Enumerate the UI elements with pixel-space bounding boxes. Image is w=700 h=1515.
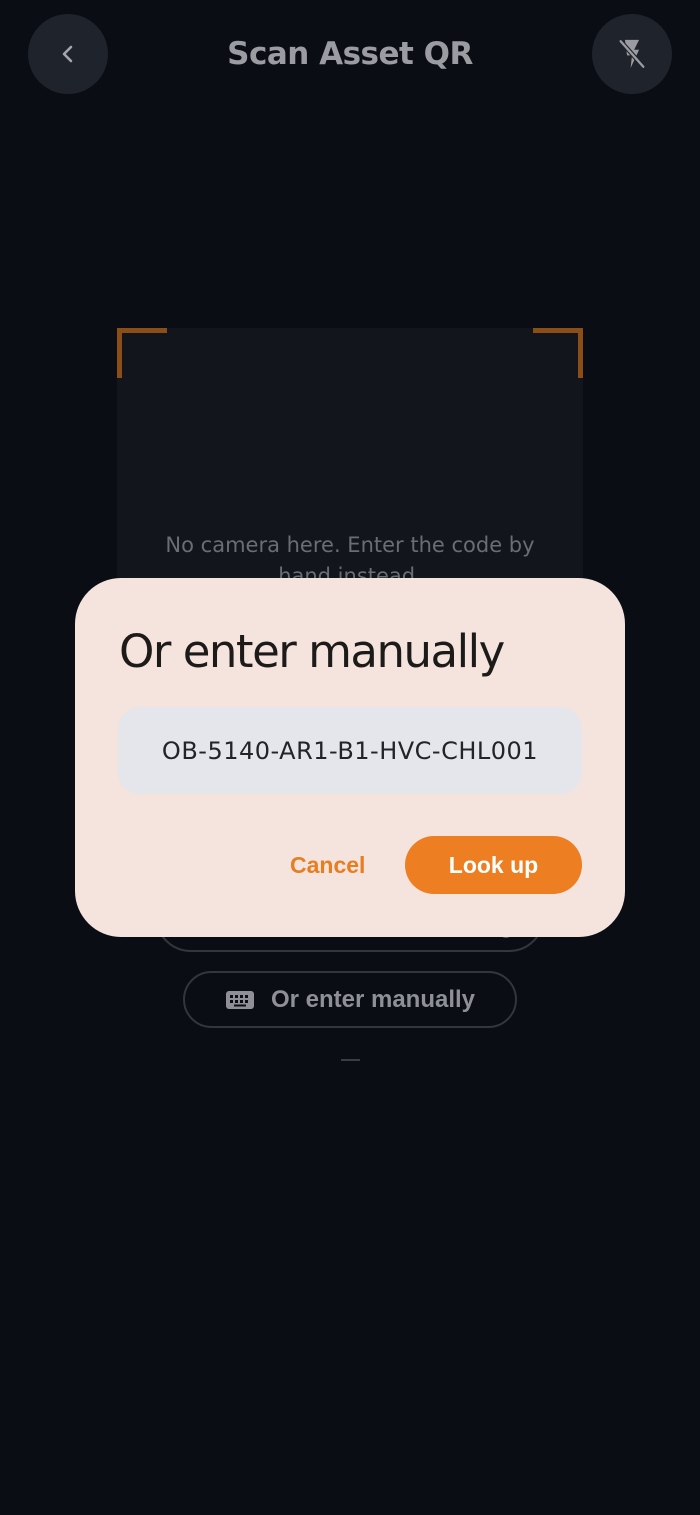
manual-entry-dialog: Or enter manually Cancel Look up [75,578,625,937]
scan-screen: Scan Asset QR No camera here. Enter the … [0,0,700,1515]
dialog-title: Or enter manually [119,625,505,678]
viewfinder-corner-top-left [117,328,167,378]
viewfinder-corner-top-right [533,328,583,378]
asset-code-input[interactable] [118,707,582,794]
divider [341,1059,360,1061]
enter-manually-label: Or enter manually [270,985,476,1013]
flash-toggle-button[interactable] [592,14,672,94]
look-up-button[interactable]: Look up [405,836,582,894]
cancel-button[interactable]: Cancel [273,836,382,894]
keyboard-icon [225,990,254,1009]
flash-off-icon [618,38,646,70]
enter-manually-button[interactable]: Or enter manually [183,971,517,1028]
